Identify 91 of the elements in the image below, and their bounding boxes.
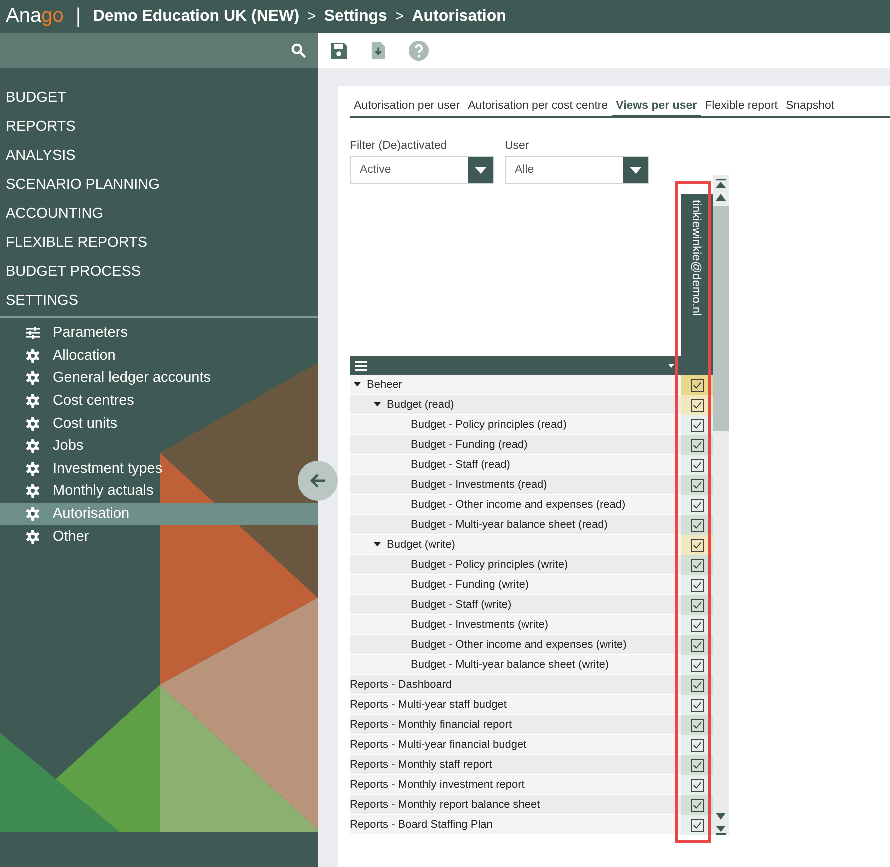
checkbox[interactable] <box>690 398 704 412</box>
gear-icon <box>26 530 40 544</box>
nav-item[interactable]: Parameters <box>0 322 134 345</box>
gear-icon <box>26 416 40 431</box>
caret-icon <box>474 166 486 174</box>
menu-icon[interactable] <box>355 360 367 370</box>
gear-icon <box>26 484 40 498</box>
tree-row-label[interactable]: Budget - Staff (write) <box>411 598 512 610</box>
nav-item[interactable]: Other <box>0 525 96 548</box>
nav-section[interactable]: ANALYSIS <box>0 142 318 171</box>
field-label: Filter (De)activated <box>350 140 448 152</box>
checkbox[interactable] <box>690 658 704 672</box>
nav-section[interactable]: SCENARIO PLANNING <box>0 171 318 200</box>
arrow-left-icon <box>310 474 326 488</box>
checkbox[interactable] <box>690 598 704 612</box>
caret-icon[interactable] <box>668 364 675 368</box>
checkbox[interactable] <box>690 818 704 832</box>
checkbox[interactable] <box>690 378 704 392</box>
checkbox[interactable] <box>690 618 704 632</box>
tree-row-label[interactable]: Reports - Dashboard <box>350 678 452 690</box>
dropdown[interactable]: Alle <box>505 156 649 184</box>
scroll-top-icon[interactable] <box>716 179 726 189</box>
nav-section[interactable]: FLEXIBLE REPORTS <box>0 229 318 258</box>
scroll-up-icon[interactable] <box>716 194 726 201</box>
gear-icon <box>26 507 40 522</box>
checkbox[interactable] <box>690 798 704 812</box>
checkbox[interactable] <box>690 638 704 652</box>
column-header: tinkiewinkie@demo.nl <box>681 194 713 375</box>
checkbox[interactable] <box>690 478 704 492</box>
nav-section[interactable]: SETTINGS <box>0 287 318 316</box>
nav-item[interactable]: Monthly actuals <box>0 480 160 503</box>
breadcrumb[interactable]: Settings <box>324 8 388 26</box>
tab[interactable]: Snapshot <box>782 100 839 118</box>
caret-icon <box>630 166 642 174</box>
nav-item[interactable]: General ledger accounts <box>0 367 217 390</box>
checkbox[interactable] <box>690 538 704 552</box>
expand-caret-icon[interactable] <box>354 382 361 387</box>
logo: Anago <box>6 5 64 28</box>
nav-item[interactable]: Cost centres <box>0 390 140 412</box>
scrollbar[interactable] <box>713 175 729 835</box>
scroll-bottom-icon[interactable] <box>716 825 726 835</box>
gear-icon <box>26 439 40 454</box>
tab[interactable]: Flexible report <box>701 100 782 118</box>
tab[interactable]: Autorisation per cost centre <box>464 100 612 118</box>
search-icon[interactable] <box>291 43 306 58</box>
checkbox[interactable] <box>690 518 704 532</box>
checkbox[interactable] <box>690 758 704 772</box>
gear-icon <box>26 394 40 408</box>
nav-section[interactable]: BUDGET <box>0 84 318 113</box>
checkbox[interactable] <box>690 418 704 432</box>
breadcrumb-separator: > <box>395 8 404 25</box>
checkbox[interactable] <box>690 498 704 512</box>
scroll-down-icon[interactable] <box>716 813 726 820</box>
gear-icon <box>26 462 40 476</box>
breadcrumb[interactable]: Autorisation <box>412 8 506 26</box>
tree-row-label[interactable]: Budget - Staff (read) <box>411 458 510 470</box>
download-icon[interactable] <box>371 41 386 60</box>
breadcrumb[interactable]: Demo Education UK (NEW) <box>93 8 300 26</box>
tree-row-label[interactable]: Budget (write) <box>387 538 456 550</box>
expand-caret-icon[interactable] <box>374 402 381 407</box>
tree-row-label[interactable]: Beheer <box>367 378 402 390</box>
checkbox[interactable] <box>690 578 704 592</box>
nav-item[interactable]: Autorisation <box>0 502 318 526</box>
expand-caret-icon[interactable] <box>374 542 381 547</box>
checkbox[interactable] <box>690 438 704 452</box>
nav-item[interactable]: Jobs <box>0 434 90 458</box>
nav-section[interactable]: REPORTS <box>0 113 318 142</box>
checkbox[interactable] <box>690 558 704 572</box>
tab[interactable]: Autorisation per user <box>350 100 464 118</box>
checkbox[interactable] <box>690 458 704 472</box>
checkbox[interactable] <box>690 738 704 752</box>
nav-item[interactable]: Cost units <box>0 412 124 435</box>
nav-section[interactable]: ACCOUNTING <box>0 200 318 229</box>
save-icon[interactable] <box>330 42 348 60</box>
tab[interactable]: Views per user <box>612 100 702 118</box>
separator: | <box>76 4 82 28</box>
nav-section[interactable]: BUDGET PROCESS <box>0 258 318 287</box>
checkbox[interactable] <box>690 678 704 692</box>
scroll-thumb[interactable] <box>713 206 729 431</box>
checkbox[interactable] <box>690 718 704 732</box>
checkbox[interactable] <box>690 698 704 712</box>
checkbox[interactable] <box>690 778 704 792</box>
dropdown[interactable]: Active <box>350 156 494 184</box>
breadcrumb-separator: > <box>308 8 316 25</box>
gear-icon <box>26 371 40 386</box>
field-label: User <box>505 140 530 152</box>
nav-item[interactable]: Allocation <box>0 344 122 368</box>
collapse-button[interactable] <box>298 461 338 501</box>
sliders-icon <box>26 326 40 340</box>
gear-icon <box>26 348 40 363</box>
tree-row-label[interactable]: Budget (read) <box>387 398 454 410</box>
